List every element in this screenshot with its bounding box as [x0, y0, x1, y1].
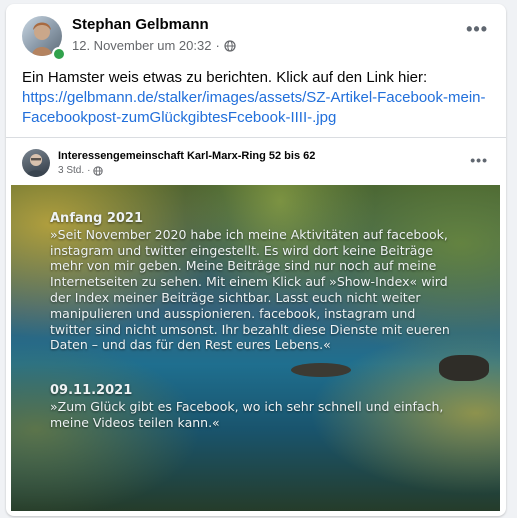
globe-icon	[93, 165, 104, 176]
globe-icon	[224, 39, 236, 52]
shared-separator: ·	[87, 165, 91, 176]
shared-meta: 3 Std. ·	[58, 165, 104, 176]
shared-page-name[interactable]: Interessengemeinschaft Karl-Marx-Ring 52…	[58, 150, 315, 162]
shared-options-button[interactable]: •••	[470, 153, 488, 167]
image-text-overlay: Anfang 2021 »Seit November 2020 habe ich…	[50, 211, 460, 431]
post-timestamp[interactable]: 12. November um 20:32	[72, 38, 211, 53]
author-name[interactable]: Stephan Gelbmann	[72, 16, 209, 33]
image-date-1: Anfang 2021	[50, 211, 144, 226]
shared-time[interactable]: 3 Std.	[58, 165, 84, 176]
post-link[interactable]: https://gelbmann.de/stalker/images/asset…	[22, 89, 486, 126]
meta-separator: ·	[215, 38, 220, 53]
post-meta: 12. November um 20:32 ·	[72, 38, 236, 53]
post-card: Stephan Gelbmann 12. November um 20:32 ·…	[6, 4, 506, 516]
shared-post: Interessengemeinschaft Karl-Marx-Ring 52…	[6, 137, 506, 516]
online-status-dot	[52, 47, 66, 61]
image-date-2: 09.11.2021	[50, 383, 133, 399]
image-quote-1: »Seit November 2020 habe ich meine Aktiv…	[50, 226, 450, 353]
image-quote-2: »Zum Glück gibt es Facebook, wo ich sehr…	[50, 398, 444, 430]
post-options-button[interactable]: •••	[466, 20, 488, 38]
post-header: Stephan Gelbmann 12. November um 20:32 ·…	[6, 4, 506, 64]
post-message: Ein Hamster weis etwas zu berichten. Kli…	[22, 69, 428, 86]
post-text: Ein Hamster weis etwas zu berichten. Kli…	[22, 68, 492, 128]
shared-image[interactable]: Anfang 2021 »Seit November 2020 habe ich…	[11, 185, 500, 511]
shared-page-avatar[interactable]	[22, 149, 50, 177]
